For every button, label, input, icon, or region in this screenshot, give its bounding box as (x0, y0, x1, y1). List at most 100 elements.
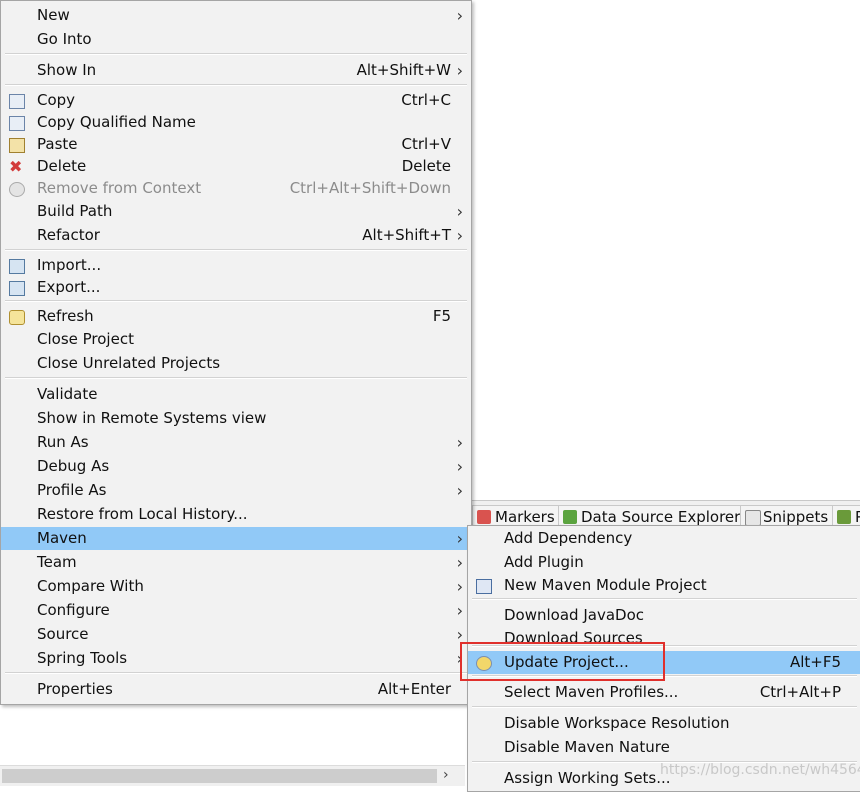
menu-separator (472, 706, 857, 708)
menu-item-label: Import... (37, 256, 102, 274)
menu-item-label: Spring Tools (37, 649, 128, 667)
menu-item-build-path[interactable]: Build Path › (1, 200, 471, 223)
menu-item-label: Close Unrelated Projects (37, 354, 221, 372)
tab-snippets-label: Snippets (763, 508, 829, 526)
menu-item-run-as[interactable]: Run As › (1, 431, 471, 454)
menu-item-show-in-remote-systems-view[interactable]: Show in Remote Systems view (1, 407, 471, 430)
horizontal-scrollbar[interactable]: › (0, 765, 465, 786)
menu-separator (5, 84, 467, 86)
scroll-right-arrow[interactable]: › (443, 767, 449, 783)
context-menu: New › Go Into Show In Alt+Shift+W › Copy Ctrl+C… (0, 0, 472, 705)
menu-item-label: Compare With (37, 577, 144, 595)
menu-separator (5, 672, 467, 674)
submenu-arrow-icon: › (456, 433, 463, 452)
menu-item-label: Properties (37, 680, 113, 698)
menu-item-label: Paste (37, 135, 78, 153)
import-icon (9, 259, 25, 274)
menu-item-shortcut: Alt+Shift+W (356, 61, 451, 79)
menu-item-select-maven-profiles[interactable]: Select Maven Profiles... Ctrl+Alt+P (468, 681, 860, 704)
menu-item-add-dependency[interactable]: Add Dependency (468, 527, 860, 550)
menu-separator (5, 249, 467, 251)
data-source-icon (563, 510, 577, 524)
menu-item-source[interactable]: Source › (1, 623, 471, 646)
markers-icon (477, 510, 491, 524)
menu-item-import[interactable]: Import... (1, 254, 471, 277)
menu-item-label: Debug As (37, 457, 110, 475)
menu-item-label: Select Maven Profiles... (504, 683, 679, 701)
menu-item-maven[interactable]: Maven › (1, 527, 471, 550)
submenu-arrow-icon: › (456, 6, 463, 25)
menu-item-shortcut: F5 (432, 307, 451, 325)
menu-item-close-unrelated-projects[interactable]: Close Unrelated Projects (1, 352, 471, 375)
menu-item-label: Validate (37, 385, 98, 403)
menu-item-label: Profile As (37, 481, 107, 499)
menu-item-label: Run As (37, 433, 89, 451)
menu-item-new[interactable]: New › (1, 4, 471, 27)
menu-item-disable-maven-nature[interactable]: Disable Maven Nature (468, 736, 860, 759)
menu-item-label: Go Into (37, 30, 92, 48)
remove-context-icon (9, 182, 25, 197)
submenu-arrow-icon: › (456, 577, 463, 596)
menu-item-label: Refactor (37, 226, 100, 244)
menu-item-label: Add Plugin (504, 553, 584, 571)
menu-item-label: Export... (37, 278, 101, 296)
menu-item-copy-qualified-name[interactable]: Copy Qualified Name (1, 111, 471, 134)
tab-data-source-label: Data Source Explorer (581, 508, 741, 526)
menu-item-restore-from-local-history[interactable]: Restore from Local History... (1, 503, 471, 526)
menu-separator (5, 53, 467, 55)
submenu-arrow-icon: › (456, 553, 463, 572)
menu-item-paste[interactable]: Paste Ctrl+V (1, 133, 471, 156)
menu-item-shortcut: Ctrl+Alt+Shift+Down (289, 179, 451, 197)
menu-item-compare-with[interactable]: Compare With › (1, 575, 471, 598)
menu-item-validate[interactable]: Validate (1, 383, 471, 406)
menu-item-refactor[interactable]: Refactor Alt+Shift+T › (1, 224, 471, 247)
menu-item-label: Remove from Context (37, 179, 202, 197)
view-tab-bar: Markers Data Source Explorer Snippets P (470, 500, 860, 528)
menu-item-shortcut: Delete (401, 157, 451, 175)
menu-item-export[interactable]: Export... (1, 276, 471, 299)
submenu-arrow-icon: › (456, 529, 463, 548)
menu-item-debug-as[interactable]: Debug As › (1, 455, 471, 478)
menu-item-disable-workspace-resolution[interactable]: Disable Workspace Resolution (468, 712, 860, 735)
submenu-arrow-icon: › (456, 457, 463, 476)
menu-separator (5, 377, 467, 379)
menu-item-go-into[interactable]: Go Into (1, 28, 471, 51)
menu-item-refresh[interactable]: Refresh F5 (1, 305, 471, 328)
menu-item-profile-as[interactable]: Profile As › (1, 479, 471, 502)
menu-item-label: Refresh (37, 307, 94, 325)
snippets-icon (745, 510, 761, 526)
maven-module-icon (476, 579, 492, 594)
refresh-icon (9, 310, 25, 325)
menu-item-shortcut: Alt+Enter (377, 680, 451, 698)
menu-item-configure[interactable]: Configure › (1, 599, 471, 622)
submenu-arrow-icon: › (456, 226, 463, 245)
annotation-highlight-box (460, 642, 665, 681)
submenu-arrow-icon: › (456, 481, 463, 500)
menu-separator (472, 598, 857, 600)
menu-item-remove-from-context: Remove from Context Ctrl+Alt+Shift+Down (1, 177, 471, 200)
menu-item-label: Disable Workspace Resolution (504, 714, 730, 732)
menu-item-delete[interactable]: ✖ Delete Delete (1, 155, 471, 178)
menu-item-spring-tools[interactable]: Spring Tools › (1, 647, 471, 670)
menu-item-copy[interactable]: Copy Ctrl+C (1, 89, 471, 112)
menu-item-label: New (37, 6, 70, 24)
submenu-arrow-icon: › (456, 202, 463, 221)
menu-item-label: Delete (37, 157, 87, 175)
menu-separator (5, 300, 467, 302)
menu-item-download-javadoc[interactable]: Download JavaDoc (468, 604, 860, 627)
menu-item-label: New Maven Module Project (504, 576, 707, 594)
menu-item-shortcut: Ctrl+V (401, 135, 451, 153)
menu-item-properties[interactable]: Properties Alt+Enter (1, 678, 471, 701)
menu-item-label: Download JavaDoc (504, 606, 644, 624)
menu-item-label: Copy Qualified Name (37, 113, 196, 131)
menu-item-show-in[interactable]: Show In Alt+Shift+W › (1, 59, 471, 82)
menu-item-team[interactable]: Team › (1, 551, 471, 574)
copy-qualified-name-icon (9, 116, 25, 131)
menu-item-add-plugin[interactable]: Add Plugin (468, 551, 860, 574)
menu-item-close-project[interactable]: Close Project (1, 328, 471, 351)
menu-item-new-maven-module-project[interactable]: New Maven Module Project (468, 574, 860, 597)
scrollbar-thumb[interactable] (2, 769, 437, 783)
menu-item-shortcut: Alt+Shift+T (362, 226, 451, 244)
tab-p-label: P (855, 508, 860, 526)
menu-item-label: Show in Remote Systems view (37, 409, 267, 427)
